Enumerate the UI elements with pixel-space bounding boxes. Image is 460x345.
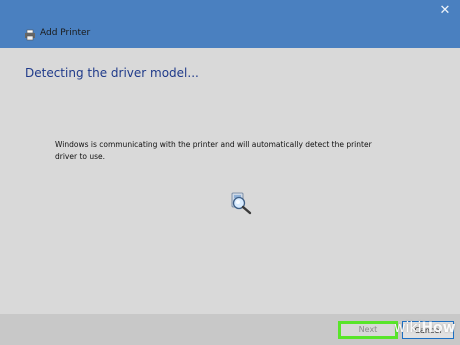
- wikihow-watermark: wikiHow: [394, 320, 456, 336]
- dialog-header: Add Printer: [0, 24, 460, 48]
- watermark-wiki: wiki: [394, 320, 422, 336]
- add-printer-window: ✕ Add Printer Detecting the driver model…: [0, 0, 460, 345]
- dialog-title: Add Printer: [40, 28, 91, 38]
- page-heading: Detecting the driver model...: [25, 66, 199, 80]
- printer-icon: [25, 29, 35, 41]
- watermark-how: How: [421, 320, 456, 336]
- search-printer-icon: [231, 192, 252, 215]
- close-icon[interactable]: ✕: [436, 2, 454, 20]
- next-button[interactable]: Next: [338, 321, 398, 339]
- status-message: Windows is communicating with the printe…: [55, 140, 372, 161]
